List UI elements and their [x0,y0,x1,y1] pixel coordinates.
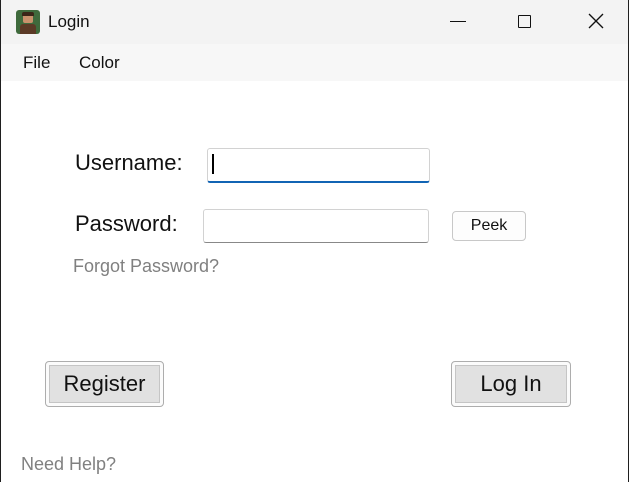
login-button-label: Log In [455,365,567,403]
forgot-password-link[interactable]: Forgot Password? [73,256,219,277]
minimize-icon [450,21,466,22]
menu-bar: File Color [1,44,628,81]
password-input[interactable] [203,209,429,243]
register-button[interactable]: Register [45,361,164,407]
maximize-button[interactable] [490,0,560,44]
register-button-label: Register [49,365,160,403]
user-avatar-icon [16,10,40,34]
peek-button[interactable]: Peek [452,211,526,241]
title-bar[interactable]: Login [1,0,628,44]
password-label: Password: [75,211,178,236]
text-caret [212,154,214,174]
username-label: Username: [75,150,183,175]
username-input[interactable] [207,148,430,183]
need-help-link[interactable]: Need Help? [21,454,116,475]
maximize-icon [518,15,531,28]
menu-item-file[interactable]: File [23,53,50,73]
minimize-button[interactable] [423,0,493,44]
login-button[interactable]: Log In [451,361,571,407]
login-window: Login File Color Username: Password: Pee… [0,0,629,482]
window-title: Login [48,12,90,31]
close-icon [588,13,604,29]
close-button[interactable] [560,0,629,44]
menu-item-color[interactable]: Color [79,53,120,73]
